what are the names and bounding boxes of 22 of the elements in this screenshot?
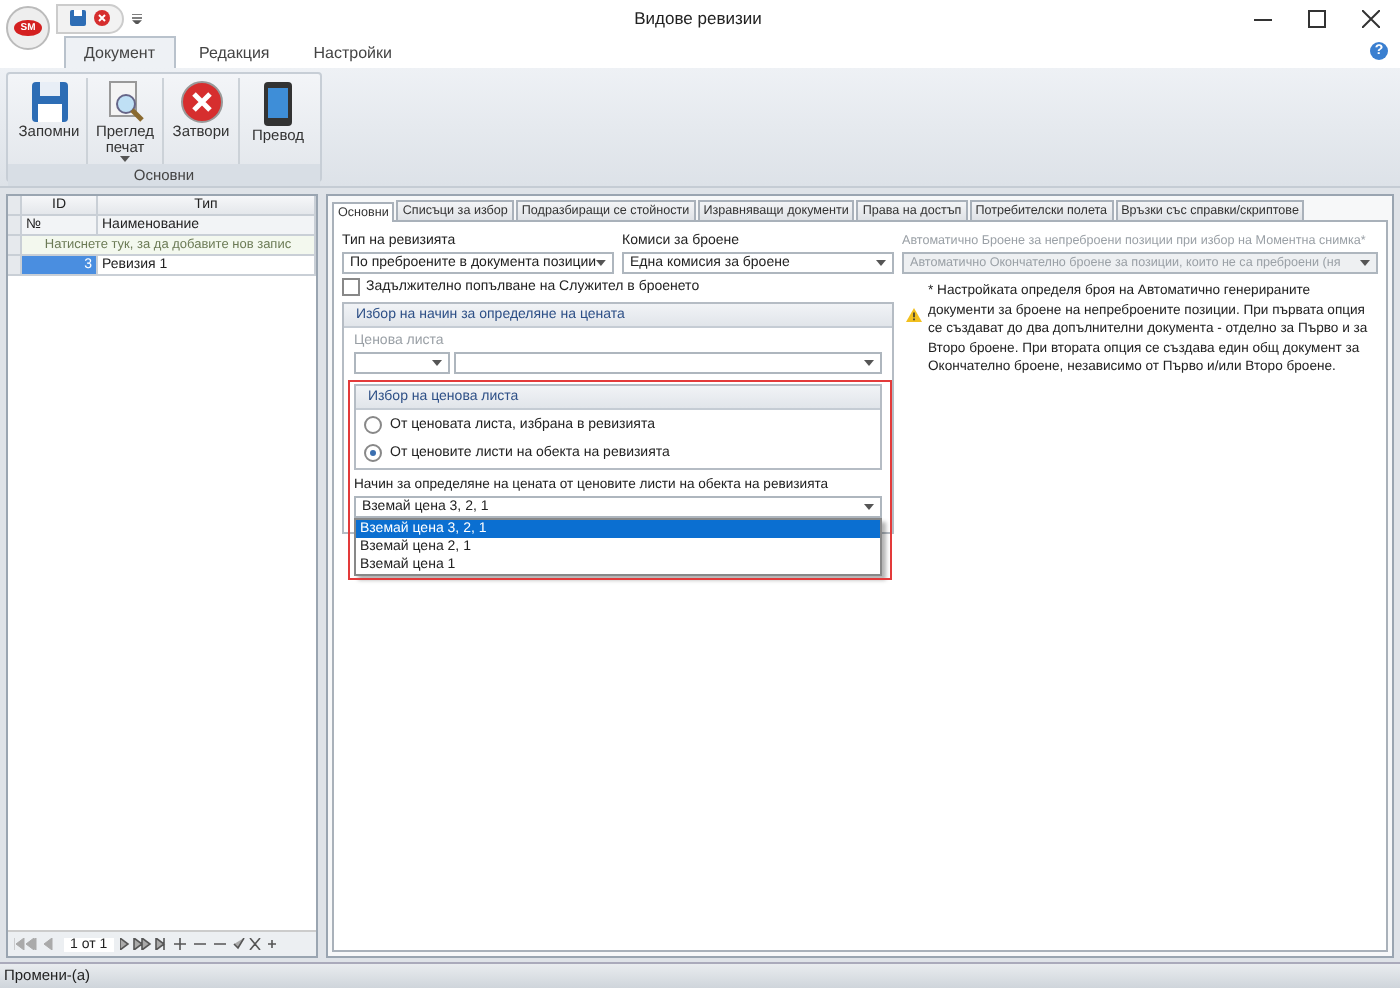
caret-icon (864, 504, 874, 510)
magnifier-page-icon (105, 80, 145, 124)
radio-button[interactable] (364, 416, 382, 434)
ribbon-tab[interactable]: Редакция (179, 36, 290, 68)
ribbon-tab[interactable]: Документ (64, 36, 175, 68)
dropdown-field[interactable] (454, 352, 882, 374)
ribbon-tab[interactable]: Настройки (293, 36, 412, 68)
warning-icon (906, 308, 922, 322)
checkbox[interactable] (342, 278, 360, 296)
caret-icon (432, 360, 442, 366)
radio-button[interactable] (364, 444, 382, 462)
window-title: Видове ревизии (632, 8, 764, 28)
caret-icon (596, 260, 606, 266)
dropdown-field[interactable] (354, 352, 450, 374)
caret-icon (864, 360, 874, 366)
maximize-icon[interactable] (1308, 9, 1326, 27)
caret-icon (1360, 260, 1370, 266)
caret-icon (876, 260, 886, 266)
phone-icon (262, 80, 294, 128)
close-icon (179, 80, 223, 124)
customize-menu-icon[interactable] (132, 13, 142, 23)
close-icon[interactable] (1362, 9, 1380, 27)
